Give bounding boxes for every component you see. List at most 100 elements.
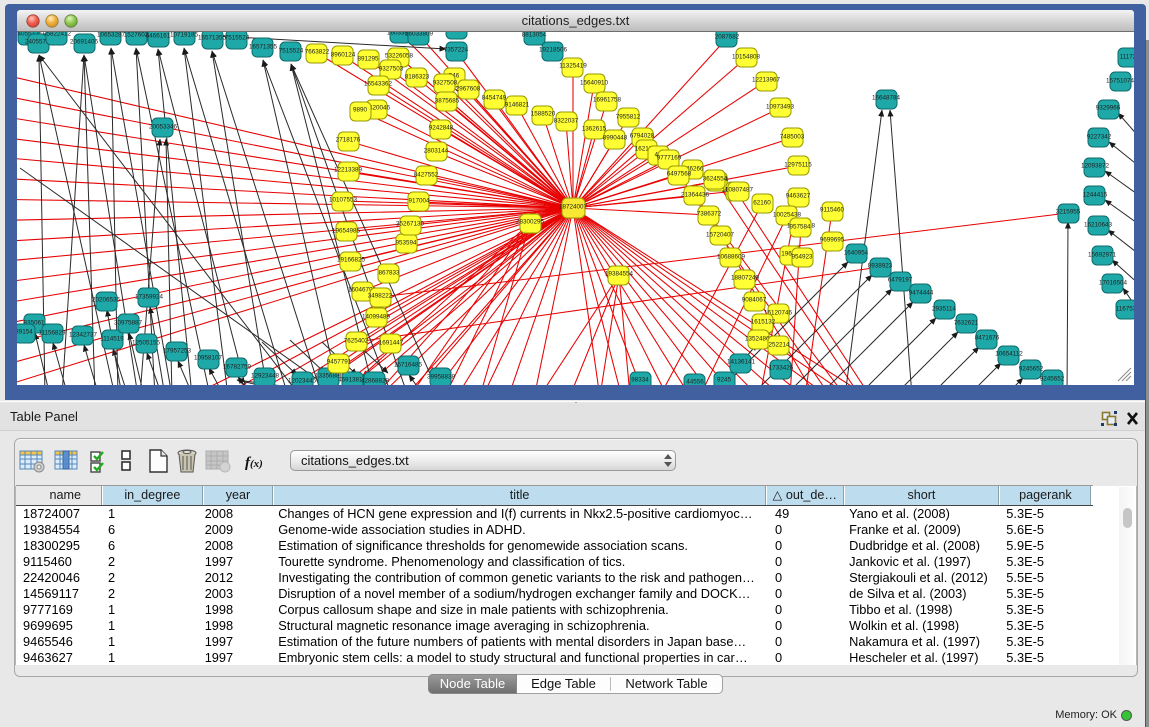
- svg-text:10688609: 10688609: [717, 254, 746, 261]
- svg-text:10958107: 10958107: [194, 355, 223, 362]
- svg-text:1691447: 1691447: [379, 340, 404, 347]
- svg-text:953594: 953594: [395, 240, 417, 247]
- svg-text:21364436: 21364436: [681, 192, 710, 199]
- svg-text:1588520: 1588520: [531, 111, 556, 118]
- svg-text:16210643: 16210643: [1084, 222, 1113, 229]
- svg-text:15640910: 15640910: [580, 80, 609, 87]
- svg-text:116753: 116753: [1116, 306, 1134, 313]
- svg-text:7357224: 7357224: [444, 47, 469, 54]
- svg-text:9777169: 9777169: [657, 155, 682, 162]
- svg-text:17957253: 17957253: [163, 348, 192, 355]
- svg-text:9327508: 9327508: [433, 80, 458, 87]
- svg-text:8454749: 8454749: [482, 95, 507, 102]
- svg-text:16961758: 16961758: [593, 97, 622, 104]
- svg-text:6794028: 6794028: [630, 133, 655, 140]
- svg-text:19218506: 19218506: [539, 47, 568, 54]
- svg-text:16543362: 16543362: [364, 81, 393, 88]
- svg-text:12975115: 12975115: [784, 162, 812, 169]
- svg-text:6466161: 6466161: [146, 33, 171, 40]
- svg-text:7515524: 7515524: [279, 48, 304, 55]
- svg-text:17016504: 17016504: [1099, 280, 1128, 287]
- svg-text:1733426: 1733426: [769, 365, 794, 372]
- svg-text:20053346: 20053346: [149, 124, 178, 131]
- svg-text:7485003: 7485003: [780, 134, 805, 141]
- svg-text:14136141: 14136141: [727, 359, 756, 366]
- svg-text:12342737: 12342737: [69, 332, 98, 339]
- svg-text:20691406: 20691406: [70, 39, 99, 46]
- svg-text:15751074: 15751074: [1106, 78, 1134, 85]
- svg-text:1244415: 1244415: [1083, 192, 1108, 199]
- svg-text:2718176: 2718176: [336, 137, 361, 144]
- svg-text:10973493: 10973493: [766, 104, 795, 111]
- svg-text:f(x): f(x): [245, 455, 263, 471]
- svg-text:16648784: 16648784: [872, 95, 901, 102]
- svg-text:10107553: 10107553: [329, 197, 358, 204]
- svg-text:15716485: 15716485: [394, 362, 423, 369]
- svg-text:8960124: 8960124: [331, 52, 356, 59]
- svg-text:30975887: 30975887: [114, 320, 143, 327]
- svg-text:8427552: 8427552: [414, 172, 439, 179]
- svg-text:39154: 39154: [17, 329, 33, 336]
- svg-text:6479197: 6479197: [888, 277, 913, 284]
- svg-text:12213967: 12213967: [752, 77, 781, 84]
- svg-text:95822412: 95822412: [43, 32, 72, 38]
- svg-text:1362615: 1362615: [582, 126, 607, 133]
- svg-text:17359924: 17359924: [135, 294, 164, 301]
- svg-text:10807487: 10807487: [725, 187, 754, 194]
- svg-text:10154808: 10154808: [732, 54, 761, 61]
- svg-text:8813054: 8813054: [522, 32, 547, 39]
- svg-text:9463627: 9463627: [786, 193, 811, 200]
- svg-text:2935114: 2935114: [932, 306, 957, 313]
- svg-text:7625402: 7625402: [344, 338, 369, 345]
- svg-text:8938923: 8938923: [868, 263, 893, 270]
- svg-text:19654985: 19654985: [332, 228, 361, 235]
- svg-text:2967608: 2967608: [456, 86, 481, 93]
- svg-text:12505155: 12505155: [132, 340, 161, 347]
- svg-text:9474444: 9474444: [909, 290, 934, 297]
- svg-text:39958838: 39958838: [427, 374, 456, 381]
- svg-text:16571355: 16571355: [198, 35, 227, 42]
- svg-text:9115460: 9115460: [820, 207, 845, 214]
- svg-text:35267130: 35267130: [396, 221, 425, 228]
- svg-text:9245: 9245: [717, 377, 732, 384]
- svg-text:1615132: 1615132: [751, 319, 776, 326]
- svg-text:2087682: 2087682: [715, 34, 740, 41]
- svg-text:10653287: 10653287: [97, 32, 126, 39]
- svg-text:11325419: 11325419: [559, 63, 587, 70]
- svg-text:10719185: 10719185: [170, 32, 199, 39]
- svg-text:9242848: 9242848: [429, 125, 454, 132]
- svg-text:11172: 11172: [1120, 54, 1134, 61]
- svg-text:14099489: 14099489: [362, 314, 391, 321]
- svg-text:9329966: 9329966: [1096, 105, 1121, 112]
- svg-text:7955812: 7955812: [616, 114, 641, 121]
- svg-text:9327503: 9327503: [379, 66, 404, 73]
- svg-text:6497568: 6497568: [667, 171, 692, 178]
- svg-text:957584: 957584: [789, 224, 811, 231]
- svg-text:16033809: 16033809: [405, 32, 434, 38]
- svg-text:7663822: 7663822: [305, 49, 330, 56]
- svg-text:891295: 891295: [357, 56, 379, 63]
- svg-text:9699695: 9699695: [820, 237, 845, 244]
- svg-text:18724007: 18724007: [559, 204, 588, 211]
- svg-text:8186323: 8186323: [405, 74, 430, 81]
- svg-text:42868828: 42868828: [361, 378, 390, 385]
- svg-text:53226058: 53226058: [385, 53, 414, 60]
- svg-text:19384554: 19384554: [605, 271, 634, 278]
- svg-text:62160: 62160: [753, 200, 771, 207]
- svg-text:9227342: 9227342: [1087, 134, 1112, 141]
- svg-text:252214: 252214: [768, 342, 790, 349]
- svg-text:16782759: 16782759: [223, 364, 252, 371]
- svg-text:28300295: 28300295: [516, 219, 545, 226]
- svg-text:1640954: 1640954: [844, 250, 869, 257]
- svg-text:9245652: 9245652: [1019, 366, 1044, 373]
- svg-text:3624554: 3624554: [703, 176, 728, 183]
- svg-text:12023445: 12023445: [288, 378, 317, 385]
- svg-text:12093872: 12093872: [1081, 163, 1110, 170]
- svg-text:3875685: 3875685: [435, 98, 460, 105]
- svg-text:9457791: 9457791: [327, 359, 352, 366]
- svg-text:12213389: 12213389: [334, 167, 363, 174]
- svg-text:15720407: 15720407: [706, 232, 735, 239]
- svg-text:7515524: 7515524: [225, 35, 250, 42]
- svg-text:9146821: 9146821: [505, 102, 530, 109]
- svg-text:10654112: 10654112: [995, 351, 1023, 358]
